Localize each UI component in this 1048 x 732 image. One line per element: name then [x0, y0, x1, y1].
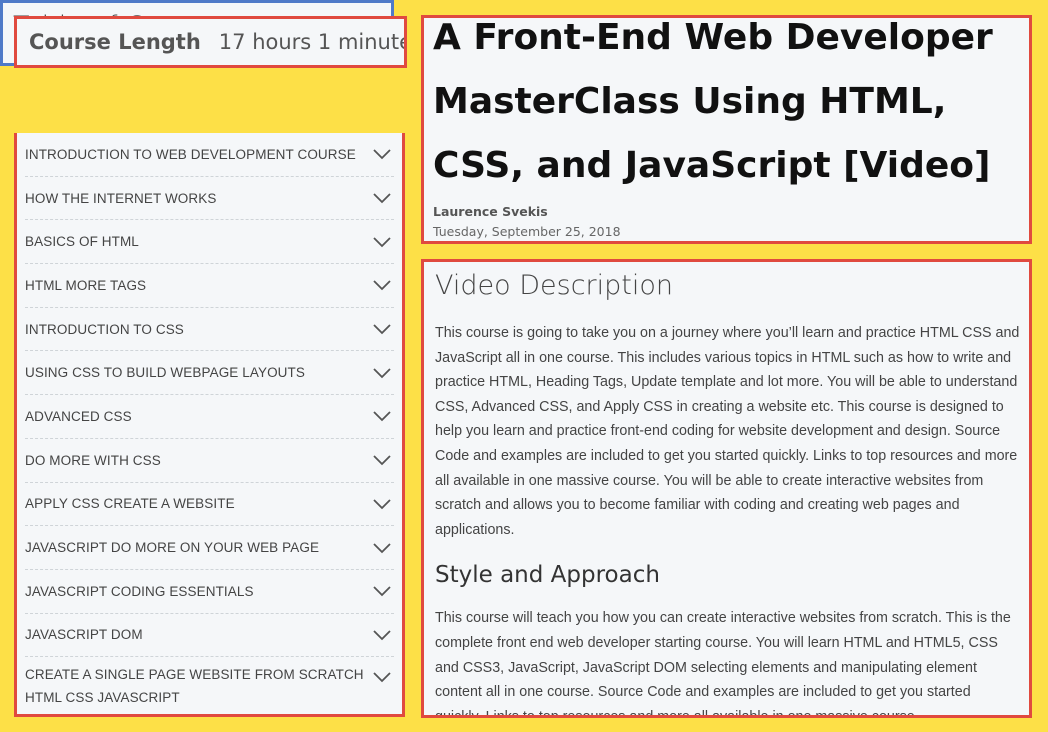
toc-item-label: HOW THE INTERNET WORKS — [25, 190, 217, 206]
toc-item[interactable]: HOW THE INTERNET WORKS — [25, 177, 394, 221]
toc-item[interactable]: INTRODUCTION TO CSS — [25, 308, 394, 352]
course-length-box: Course Length 17 hours 1 minute — [14, 16, 407, 68]
chevron-down-icon[interactable] — [372, 148, 392, 160]
chevron-down-icon[interactable] — [372, 323, 392, 335]
toc-item[interactable]: HTML MORE TAGS — [25, 264, 394, 308]
chevron-down-icon[interactable] — [372, 192, 392, 204]
toc-item-label: APPLY CSS CREATE A WEBSITE — [25, 496, 235, 512]
toc-item[interactable]: INTRODUCTION TO WEB DEVELOPMENT COURSE — [25, 133, 394, 177]
chevron-down-icon[interactable] — [372, 542, 392, 554]
chevron-down-icon[interactable] — [372, 410, 392, 422]
toc-item[interactable]: BASICS OF HTML — [25, 220, 394, 265]
toc-item-label: JAVASCRIPT DO MORE ON YOUR WEB PAGE — [25, 540, 320, 556]
chevron-down-icon[interactable] — [372, 498, 392, 510]
style-body: This course will teach you how you can c… — [435, 610, 1011, 718]
chevron-down-icon[interactable] — [372, 279, 392, 291]
chevron-down-icon[interactable] — [372, 671, 392, 683]
course-length-value: 17 hours 1 minute — [218, 30, 407, 54]
page: Course Length 17 hours 1 minute Table of… — [0, 0, 1048, 732]
author-name[interactable]: Laurence Svekis — [433, 204, 1021, 219]
table-of-contents: INTRODUCTION TO WEB DEVELOPMENT COURSE H… — [14, 133, 405, 717]
toc-item-label: HTML MORE TAGS — [25, 277, 147, 293]
toc-item-label: ADVANCED CSS — [25, 408, 132, 424]
chevron-down-icon[interactable] — [372, 629, 392, 641]
toc-item-label: INTRODUCTION TO CSS — [25, 321, 184, 337]
toc-item-label: JAVASCRIPT CODING ESSENTIALS — [25, 583, 254, 599]
toc-item[interactable]: APPLY CSS CREATE A WEBSITE — [25, 483, 394, 527]
toc-item-label: BASICS OF HTML — [25, 234, 139, 250]
chevron-down-icon[interactable] — [372, 454, 392, 466]
style-heading: Style and Approach — [435, 562, 660, 589]
toc-item-label: USING CSS TO BUILD WEBPAGE LAYOUTS — [25, 365, 305, 381]
toc-item[interactable]: JAVASCRIPT DO MORE ON YOUR WEB PAGE — [25, 526, 394, 570]
toc-item-label: DO MORE WITH CSS — [25, 452, 161, 468]
description-heading: Video Description — [435, 270, 674, 301]
toc-item[interactable]: CREATE A SINGLE PAGE WEBSITE FROM SCRATC… — [25, 657, 394, 714]
chevron-down-icon[interactable] — [372, 236, 392, 248]
publish-date: Tuesday, September 25, 2018 — [433, 224, 621, 239]
page-title: A Front-End Web Developer MasterClass Us… — [433, 17, 993, 186]
toc-item[interactable]: JAVASCRIPT CODING ESSENTIALS — [25, 570, 394, 614]
description-panel: Video Description This course is going t… — [421, 259, 1032, 718]
toc-item-label: CREATE A SINGLE PAGE WEBSITE FROM SCRATC… — [25, 667, 364, 706]
toc-item[interactable]: USING CSS TO BUILD WEBPAGE LAYOUTS — [25, 351, 394, 396]
toc-item[interactable]: ADVANCED CSS — [25, 395, 394, 439]
toc-item[interactable]: DO MORE WITH CSS — [25, 439, 394, 483]
chevron-down-icon[interactable] — [372, 585, 392, 597]
title-panel: A Front-End Web Developer MasterClass Us… — [421, 15, 1032, 244]
course-length-label: Course Length — [29, 30, 201, 54]
description-body: This course is going to take you on a jo… — [435, 325, 1020, 538]
chevron-down-icon[interactable] — [372, 367, 392, 379]
toc-item[interactable]: JAVASCRIPT DOM — [25, 614, 394, 658]
toc-item-label: INTRODUCTION TO WEB DEVELOPMENT COURSE — [25, 146, 356, 162]
toc-item-label: JAVASCRIPT DOM — [25, 627, 143, 643]
